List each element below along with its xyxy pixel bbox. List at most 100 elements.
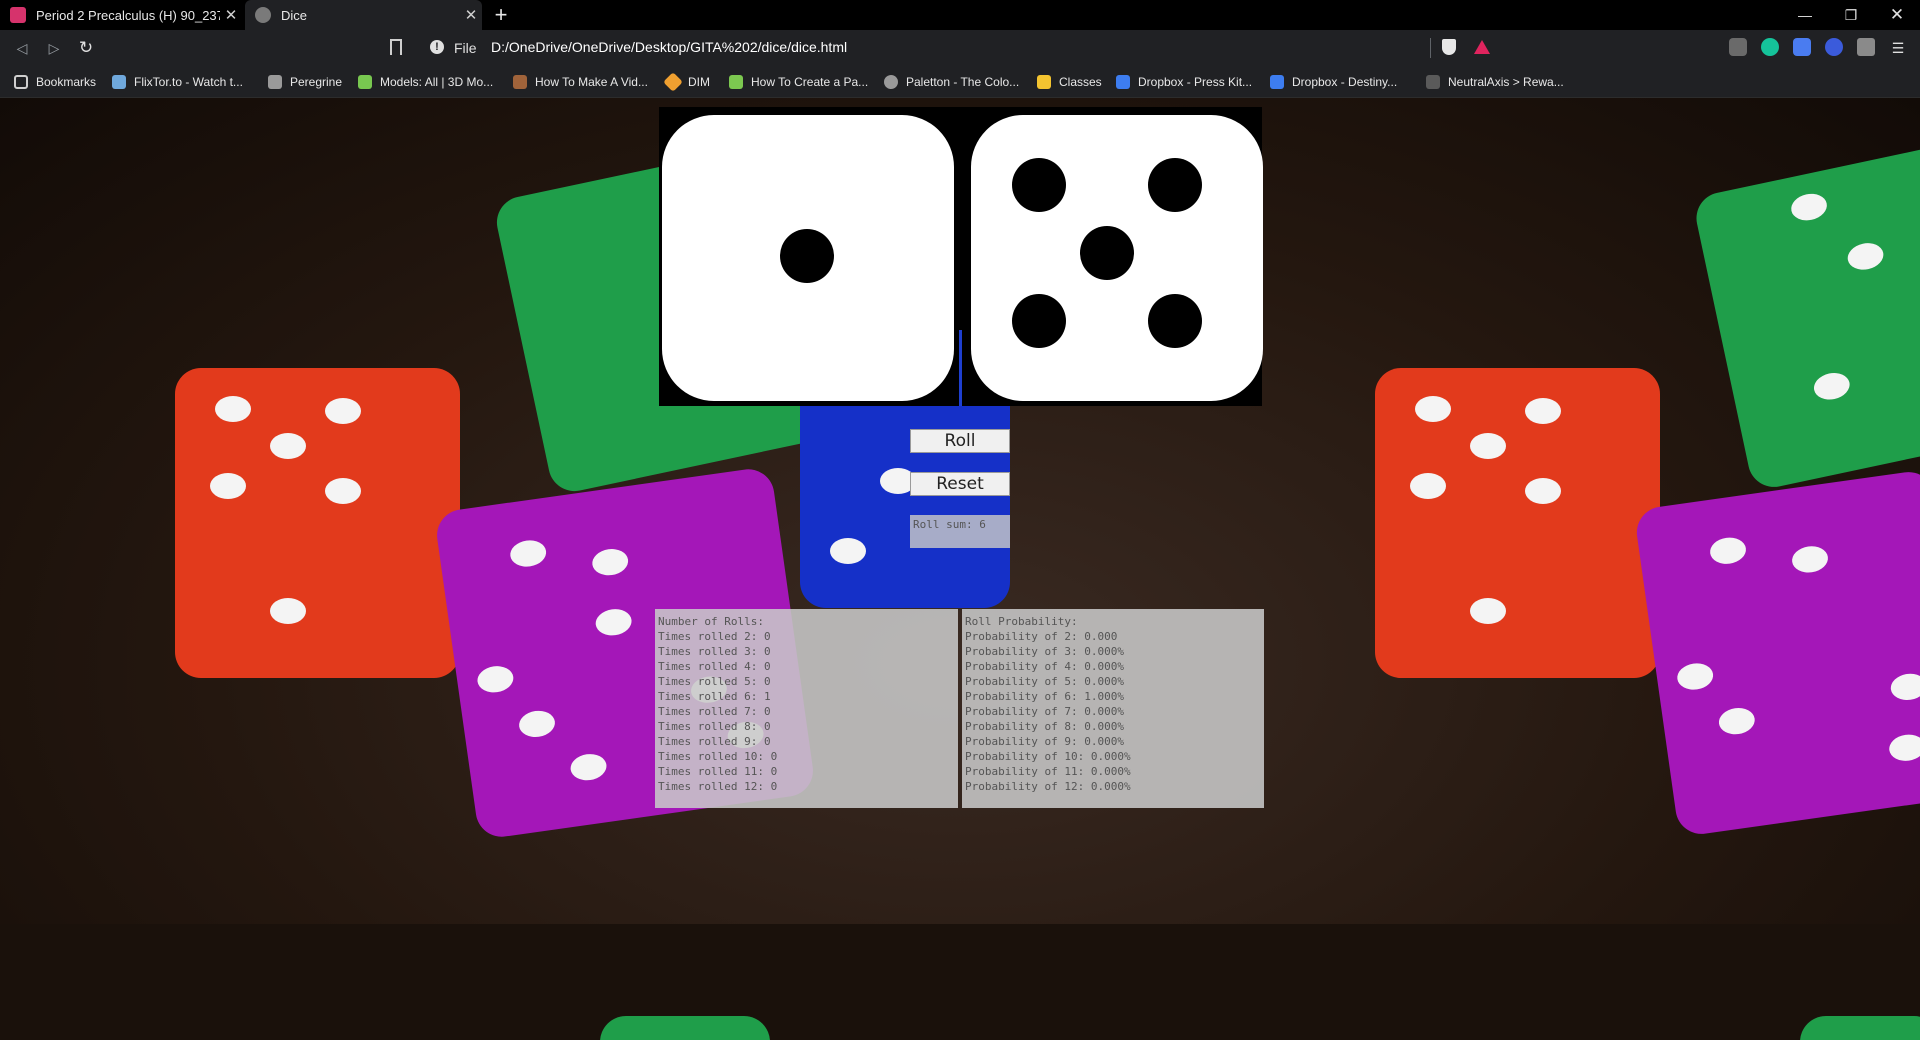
probability-line: Probability of 2: 0.000 — [965, 630, 1118, 643]
url-text[interactable]: D:/OneDrive/OneDrive/Desktop/GITA%202/di… — [491, 39, 847, 55]
classroom-icon — [10, 7, 26, 23]
die-pip — [1148, 294, 1202, 348]
bookmark-label: Models: All | 3D Mo... — [380, 75, 494, 89]
tab-precalculus[interactable]: Period 2 Precalculus (H) 90_237 ✕ — [0, 0, 242, 30]
bookmark-label: FlixTor.to - Watch t... — [134, 75, 243, 89]
classroom-icon — [1037, 75, 1051, 89]
probability-line: Probability of 8: 0.000% — [965, 720, 1124, 733]
dropbox-icon — [1270, 75, 1284, 89]
background-lower-band — [0, 924, 1920, 1040]
bookmark-label: Dropbox - Destiny... — [1292, 75, 1398, 89]
bookmark-label: How To Create a Pa... — [751, 75, 869, 89]
bookmark-label: Paletton - The Colo... — [906, 75, 1020, 89]
grammarly-icon[interactable] — [1761, 38, 1779, 56]
translate-icon[interactable] — [1793, 38, 1811, 56]
roll-count-line: Times rolled 3: 0 — [658, 645, 771, 658]
paletton-icon — [884, 75, 898, 89]
tab-title: Period 2 Precalculus (H) 90_237 — [36, 7, 220, 23]
tab-title: Dice — [281, 7, 308, 23]
bookmark-item[interactable]: NeutralAxis > Rewa... — [1426, 66, 1564, 98]
shield-icon — [1426, 75, 1440, 89]
close-window-button[interactable]: ✕ — [1874, 0, 1920, 30]
die-1 — [662, 115, 954, 401]
die-pip — [1080, 226, 1134, 280]
bookmark-item[interactable]: FlixTor.to - Watch t... — [112, 66, 243, 98]
address-bar[interactable]: ! File D:/OneDrive/OneDrive/Desktop/GITA… — [380, 34, 1500, 62]
bookmark-label: Dropbox - Press Kit... — [1138, 75, 1253, 89]
roll-count-line: Times rolled 11: 0 — [658, 765, 778, 778]
minimize-button[interactable]: — — [1782, 0, 1828, 30]
roll-counts-header: Number of Rolls: — [658, 615, 764, 628]
probability-line: Probability of 11: 0.000% — [965, 765, 1131, 778]
info-icon[interactable]: ! — [430, 40, 444, 54]
bookmark-icon[interactable] — [390, 39, 402, 55]
roll-count-line: Times rolled 8: 0 — [658, 720, 771, 733]
scheme-label: File — [454, 40, 477, 56]
extension-icon[interactable] — [1729, 38, 1747, 56]
bookmark-item[interactable]: Paletton - The Colo... — [884, 66, 1019, 98]
globe-icon — [255, 7, 271, 23]
roll-count-line: Times rolled 10: 0 — [658, 750, 778, 763]
tab-dice[interactable]: Dice ✕ — [245, 0, 482, 30]
bookmark-item[interactable]: How To Create a Pa... — [729, 66, 868, 98]
die-pip — [1012, 158, 1066, 212]
roll-count-line: Times rolled 2: 0 — [658, 630, 771, 643]
probability-line: Probability of 9: 0.000% — [965, 735, 1124, 748]
probability-line: Probability of 7: 0.000% — [965, 705, 1124, 718]
brave-shield-icon[interactable] — [1442, 39, 1456, 55]
bookmark-item[interactable]: Models: All | 3D Mo... — [358, 66, 493, 98]
roll-sum-display: Roll sum: 6 — [910, 515, 1010, 548]
probability-line: Probability of 12: 0.000% — [965, 780, 1131, 793]
bookmark-item[interactable]: Peregrine — [268, 66, 342, 98]
peregrine-icon — [268, 75, 282, 89]
roll-count-line: Times rolled 6: 1 — [658, 690, 771, 703]
bookmark-label: Bookmarks — [36, 75, 97, 89]
box-icon — [513, 75, 527, 89]
forward-button[interactable]: ▷ — [42, 36, 66, 60]
divider — [959, 330, 962, 406]
bookmark-label: Peregrine — [290, 75, 343, 89]
bookmark-item[interactable]: How To Make A Vid... — [513, 66, 648, 98]
bg-red-die — [175, 368, 460, 678]
bookmark-item[interactable]: Dropbox - Destiny... — [1270, 66, 1397, 98]
roll-count-line: Times rolled 7: 0 — [658, 705, 771, 718]
roll-count-line: Times rolled 5: 0 — [658, 675, 771, 688]
bookmark-item[interactable]: Classes — [1037, 66, 1102, 98]
new-tab-button[interactable]: + — [490, 2, 512, 28]
bg-purple-die-right — [1633, 468, 1920, 838]
probability-line: Probability of 6: 1.000% — [965, 690, 1124, 703]
puzzle-icon[interactable] — [1857, 38, 1875, 56]
brave-rewards-icon[interactable] — [1474, 40, 1490, 54]
roll-probability-header: Roll Probability: — [965, 615, 1078, 628]
bookmarks-icon — [14, 75, 28, 89]
bookmarks-bar: Bookmarks FlixTor.to - Watch t... Peregr… — [0, 66, 1920, 98]
page-content: Roll Reset Roll sum: 6 Number of Rolls: … — [0, 98, 1920, 1040]
probability-line: Probability of 5: 0.000% — [965, 675, 1124, 688]
die-pip — [780, 229, 834, 283]
close-icon[interactable]: ✕ — [220, 6, 242, 24]
browser-toolbar: ◁ ▷ ↻ ! File D:/OneDrive/OneDrive/Deskto… — [0, 30, 1920, 66]
bg-green-die-right — [1691, 144, 1920, 492]
bookmark-label: DIM — [688, 75, 710, 89]
bookmark-item[interactable]: Bookmarks — [14, 66, 96, 98]
reload-button[interactable]: ↻ — [74, 36, 98, 60]
probability-line: Probability of 3: 0.000% — [965, 645, 1124, 658]
bookmark-label: Classes — [1059, 75, 1102, 89]
menu-icon[interactable]: ☰ — [1886, 36, 1910, 60]
back-button[interactable]: ◁ — [10, 36, 34, 60]
bookmark-item[interactable]: Dropbox - Press Kit... — [1116, 66, 1252, 98]
bookmark-label: How To Make A Vid... — [535, 75, 648, 89]
divider — [1430, 38, 1431, 58]
k-extension-icon[interactable] — [1825, 38, 1843, 56]
reset-button[interactable]: Reset — [910, 472, 1010, 496]
roll-count-line: Times rolled 12: 0 — [658, 780, 778, 793]
restore-button[interactable]: ❐ — [1828, 0, 1874, 30]
roll-probability-panel: Roll Probability: Probability of 2: 0.00… — [962, 609, 1264, 808]
dropbox-icon — [1116, 75, 1130, 89]
tab-strip: Period 2 Precalculus (H) 90_237 ✕ Dice ✕… — [0, 0, 1920, 30]
roll-button[interactable]: Roll — [910, 429, 1010, 453]
dim-icon — [663, 72, 683, 92]
bookmark-item[interactable]: DIM — [663, 66, 710, 98]
close-icon[interactable]: ✕ — [460, 6, 482, 24]
roll-count-line: Times rolled 4: 0 — [658, 660, 771, 673]
